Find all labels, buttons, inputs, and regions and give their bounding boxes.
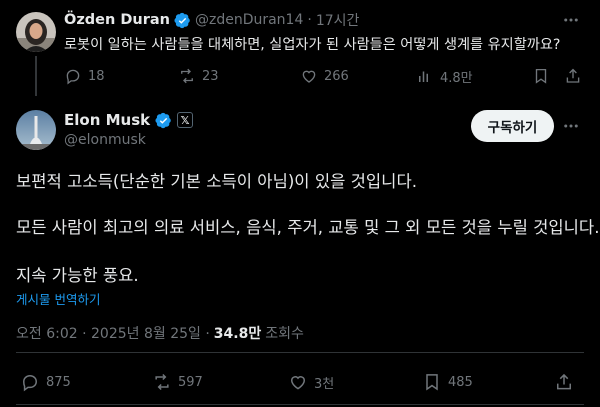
parent-post-text: 로봇이 일하는 사람들을 대체하면, 실업자가 된 사람들은 어떻게 생계를 유…: [64, 37, 561, 53]
repost-count: 23: [202, 68, 219, 84]
divider: [16, 404, 584, 405]
author-name[interactable]: Özden Duran: [64, 12, 170, 28]
main-action-bar: 875 597 3천 485: [16, 372, 584, 394]
views-count: 4.8만: [440, 70, 473, 86]
post-text-line: 지속 가능한 풍요.: [16, 266, 139, 285]
like-button[interactable]: 3천: [288, 372, 334, 392]
parent-action-bar: 18 23 266 4.8만: [64, 66, 584, 86]
repost-count: 597: [178, 374, 203, 390]
verified-badge-icon: [155, 112, 171, 128]
repost-button[interactable]: 23: [178, 66, 219, 86]
like-count: 266: [324, 68, 349, 84]
affiliate-badge-icon[interactable]: 𝕏: [177, 112, 194, 128]
reply-icon: [22, 374, 38, 392]
like-button[interactable]: 266: [300, 66, 349, 86]
translate-post-link[interactable]: 게시물 번역하기: [16, 289, 100, 308]
bookmark-button[interactable]: 485: [422, 372, 473, 392]
reply-button[interactable]: 875: [20, 372, 71, 392]
reply-button[interactable]: 18: [64, 66, 105, 86]
bookmark-icon: [426, 374, 438, 391]
heart-icon: [290, 376, 306, 390]
dot-separator: ·: [307, 12, 312, 28]
views-chart-icon: [419, 71, 428, 82]
subscribe-button[interactable]: 구독하기: [471, 110, 554, 142]
views-count: 34.8만: [213, 326, 262, 342]
thread-line: [35, 56, 37, 96]
views-label: 조회수: [265, 326, 304, 342]
share-button[interactable]: [554, 372, 574, 392]
reply-count: 18: [88, 68, 105, 84]
repost-icon: [155, 373, 169, 391]
repost-button[interactable]: 597: [152, 372, 203, 392]
reply-count: 875: [46, 374, 71, 390]
more-options-icon[interactable]: [562, 117, 580, 135]
like-count: 3천: [314, 376, 335, 392]
avatar[interactable]: [16, 12, 56, 52]
divider: [16, 352, 584, 353]
more-options-icon[interactable]: [562, 11, 580, 29]
reply-icon: [66, 69, 80, 85]
views-button[interactable]: 4.8만: [416, 66, 473, 86]
parent-post-header: Özden Duran @zdenDuran14 · 17시간: [64, 10, 359, 30]
share-icon: [557, 373, 571, 390]
post-detail: Özden Duran @zdenDuran14 · 17시간 로봇이 일하는 …: [0, 0, 600, 407]
bookmark-count: 485: [448, 374, 473, 390]
heart-icon: [302, 70, 316, 83]
parent-post[interactable]: Özden Duran @zdenDuran14 · 17시간 로봇이 일하는 …: [0, 0, 600, 96]
post-timestamp[interactable]: 오전 6:02 · 2025년 8월 25일 ·: [16, 323, 210, 343]
avatar[interactable]: [16, 110, 56, 150]
verified-badge-icon: [174, 12, 190, 28]
author-handle[interactable]: @zdenDuran14: [195, 12, 303, 28]
author-name-row: Elon Musk 𝕏: [64, 110, 194, 130]
repost-icon: [181, 68, 193, 84]
author-name[interactable]: Elon Musk: [64, 111, 150, 129]
post-time[interactable]: 17시간: [316, 10, 360, 30]
share-icon[interactable]: [564, 67, 582, 85]
post-text-line: 보편적 고소득(단순한 기본 소득이 아님)이 있을 것입니다.: [16, 172, 417, 191]
post-text-line: 모든 사람이 최고의 의료 서비스, 음식, 주거, 교통 및 그 외 모든 것…: [16, 218, 600, 237]
post-meta: 오전 6:02 · 2025년 8월 25일 · 34.8만 조회수: [16, 323, 304, 343]
bookmark-icon[interactable]: [532, 67, 550, 85]
author-handle[interactable]: @elonmusk: [64, 132, 146, 148]
